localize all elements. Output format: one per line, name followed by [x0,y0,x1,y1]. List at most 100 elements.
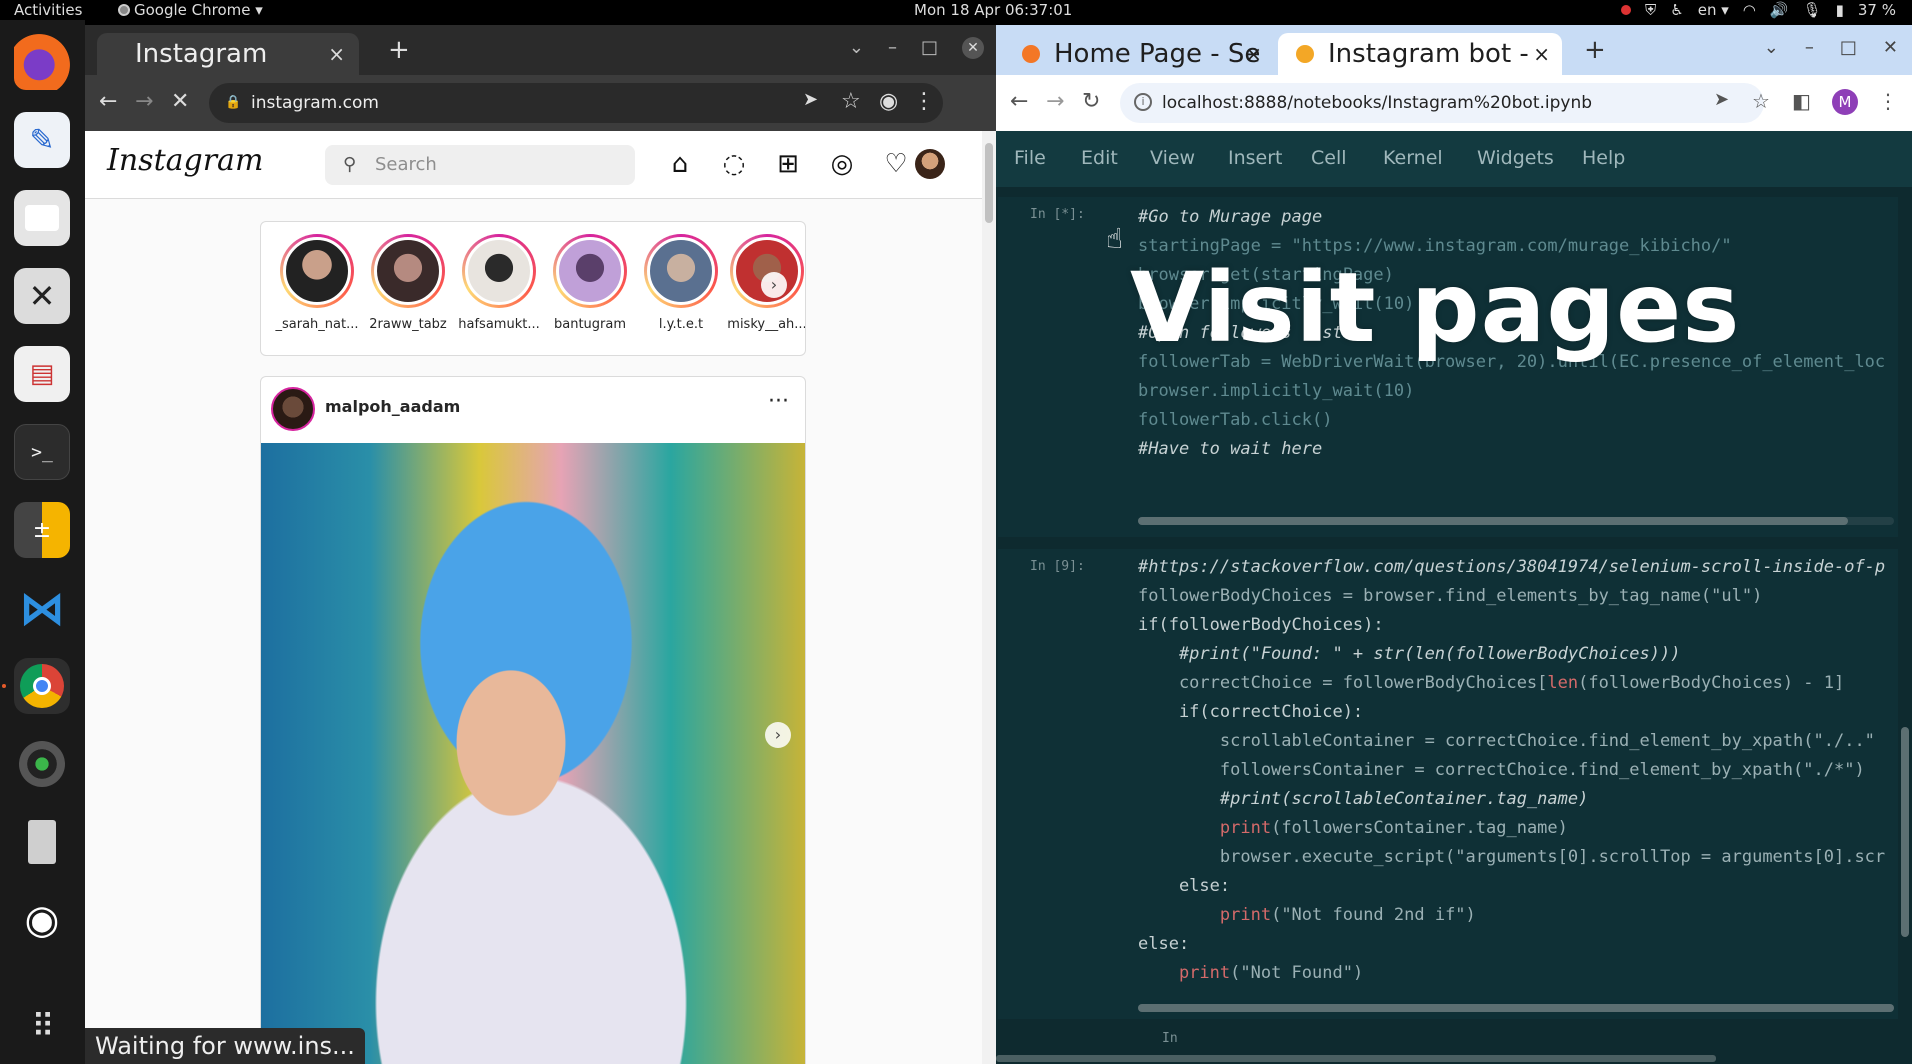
back-icon[interactable]: ← [99,89,117,114]
story-item[interactable]: bantugram [548,234,632,332]
instagram-logo[interactable]: Instagram [107,143,263,178]
hand-cursor-icon: ☝ [1106,222,1124,255]
profile-avatar[interactable]: M [1832,89,1858,115]
tab-close-button[interactable]: × [1245,33,1262,75]
screenshot-camera-icon[interactable]: ◉ [14,892,70,948]
story-item[interactable]: 2raww_tabz [366,234,450,332]
menu-kernel[interactable]: Kernel [1383,147,1443,169]
page-scrollbar[interactable] [982,131,996,1064]
share-icon[interactable]: ➤ [803,89,818,110]
back-icon[interactable]: ← [1010,89,1028,114]
tab-home-page[interactable]: Home Page - Se × [1004,33,1274,75]
text-editor-icon[interactable]: ✎ [14,112,70,168]
activities-button[interactable]: Activities [14,0,82,20]
menu-kebab-icon[interactable]: ⋮ [1878,89,1898,113]
url-bar[interactable]: 🔒 instagram.com [209,83,943,123]
bookmark-star-icon[interactable]: ☆ [1752,89,1770,113]
menu-insert[interactable]: Insert [1228,147,1283,169]
story-item[interactable]: l.y.t.e.t [639,234,723,332]
post-more-options-icon[interactable]: ··· [768,389,789,414]
cell-prompt: In [*]: [1030,207,1085,222]
webcam-app-icon[interactable] [14,736,70,792]
tab-search-icon[interactable]: ⌄ [849,37,864,59]
menu-help[interactable]: Help [1582,147,1625,169]
cell-horizontal-scrollbar[interactable] [1138,517,1894,525]
messenger-icon[interactable]: ◌ [719,149,749,179]
stories-next-chevron-icon[interactable]: › [761,272,787,298]
menu-cell[interactable]: Cell [1311,147,1347,169]
app-menu[interactable]: Google Chrome ▾ [118,0,263,20]
forward-icon[interactable]: → [135,89,153,114]
close-window-button[interactable]: ✕ [1883,37,1898,58]
notebook-favicon-icon [1296,45,1314,63]
tab-instagram[interactable]: Instagram × [97,33,359,75]
new-tab-button[interactable]: + [1584,35,1606,65]
document-viewer-icon[interactable]: ▤ [14,346,70,402]
post-next-chevron-icon[interactable]: › [765,722,791,748]
system-top-bar: Activities Google Chrome ▾ Mon 18 Apr 06… [0,0,1912,20]
url-bar[interactable]: i localhost:8888/notebooks/Instagram%20b… [1120,83,1764,123]
show-applications-icon[interactable]: ⠿ [14,998,70,1054]
profile-icon[interactable]: ◉ [879,89,898,114]
menu-edit[interactable]: Edit [1081,147,1118,169]
reload-icon[interactable]: ↻ [1082,89,1100,114]
menu-kebab-icon[interactable]: ⋮ [913,89,935,114]
chrome-icon[interactable] [14,658,70,714]
explore-compass-icon[interactable]: ◎ [827,149,857,179]
menu-widgets[interactable]: Widgets [1477,147,1554,169]
heart-icon[interactable]: ♡ [881,149,911,179]
notebook-horizontal-scrollbar[interactable] [996,1053,1898,1064]
files-icon[interactable] [14,190,70,246]
vscode-icon[interactable]: ⋈ [14,580,70,636]
home-icon[interactable]: ⌂ [665,149,695,179]
firefox-icon[interactable] [14,34,70,90]
search-input[interactable]: ⚲ Search [325,145,635,185]
right-tab-bar: Home Page - Se × Instagram bot - × + ⌄ –… [996,25,1912,75]
share-icon[interactable]: ➤ [1714,89,1729,110]
xcode-like-icon[interactable]: ✕ [14,268,70,324]
minimize-button[interactable]: – [888,37,897,59]
code-cell[interactable]: In [9]: #https://stackoverflow.com/quest… [998,549,1898,1019]
cell-code[interactable]: #https://stackoverflow.com/questions/380… [1138,553,1885,988]
story-ring [280,234,354,308]
lock-icon: 🔒 [225,95,242,110]
avatar[interactable] [915,149,945,179]
scrollbar-thumb[interactable] [1138,517,1848,525]
menu-view[interactable]: View [1150,147,1195,169]
maximize-button[interactable]: □ [1840,37,1857,58]
side-panel-icon[interactable]: ◧ [1792,89,1811,113]
language-selector[interactable]: en ▾ [1698,0,1729,20]
menu-file[interactable]: File [1014,147,1046,169]
new-post-icon[interactable]: ⊞ [773,149,803,179]
tab-search-icon[interactable]: ⌄ [1764,37,1779,58]
usb-drive-icon[interactable] [14,814,70,870]
story-item[interactable]: hafsamukt... [457,234,541,332]
site-info-icon[interactable]: i [1134,93,1152,111]
tab-close-button[interactable]: × [328,33,345,75]
scrollbar-thumb[interactable] [1901,727,1909,937]
scrollbar-thumb[interactable] [985,143,993,223]
stop-loading-icon[interactable]: ✕ [171,89,189,114]
maximize-button[interactable]: □ [921,37,938,59]
minimize-button[interactable]: – [1805,37,1814,58]
cell-prompt: In [1162,1031,1178,1046]
forward-icon[interactable]: → [1046,89,1064,114]
post-avatar[interactable] [271,387,315,431]
notebook-vertical-scrollbar[interactable] [1898,187,1912,1064]
clock[interactable]: Mon 18 Apr 06:37:01 [914,0,1072,20]
story-item[interactable]: _sarah_nat... [275,234,359,332]
calculator-icon[interactable]: ± [14,502,70,558]
terminal-icon[interactable]: >_ [14,424,70,480]
post-username[interactable]: malpoh_aadam [325,397,460,416]
post-image[interactable] [261,443,805,1064]
accessibility-icon: ♿ [1670,1,1684,19]
new-tab-button[interactable]: + [388,35,410,65]
tab-instagram-bot[interactable]: Instagram bot - × [1278,33,1562,75]
tab-close-button[interactable]: × [1533,33,1550,75]
bookmark-star-icon[interactable]: ☆ [841,89,861,114]
scrollbar-thumb[interactable] [1138,1004,1894,1012]
close-window-button[interactable]: ✕ [962,37,984,59]
cell-horizontal-scrollbar[interactable] [1138,1004,1894,1012]
scrollbar-thumb[interactable] [996,1055,1716,1062]
system-tray[interactable]: ⛨ ♿ en ▾ ◠ 🔊 🎙 ▮ 37 % [1621,0,1896,20]
